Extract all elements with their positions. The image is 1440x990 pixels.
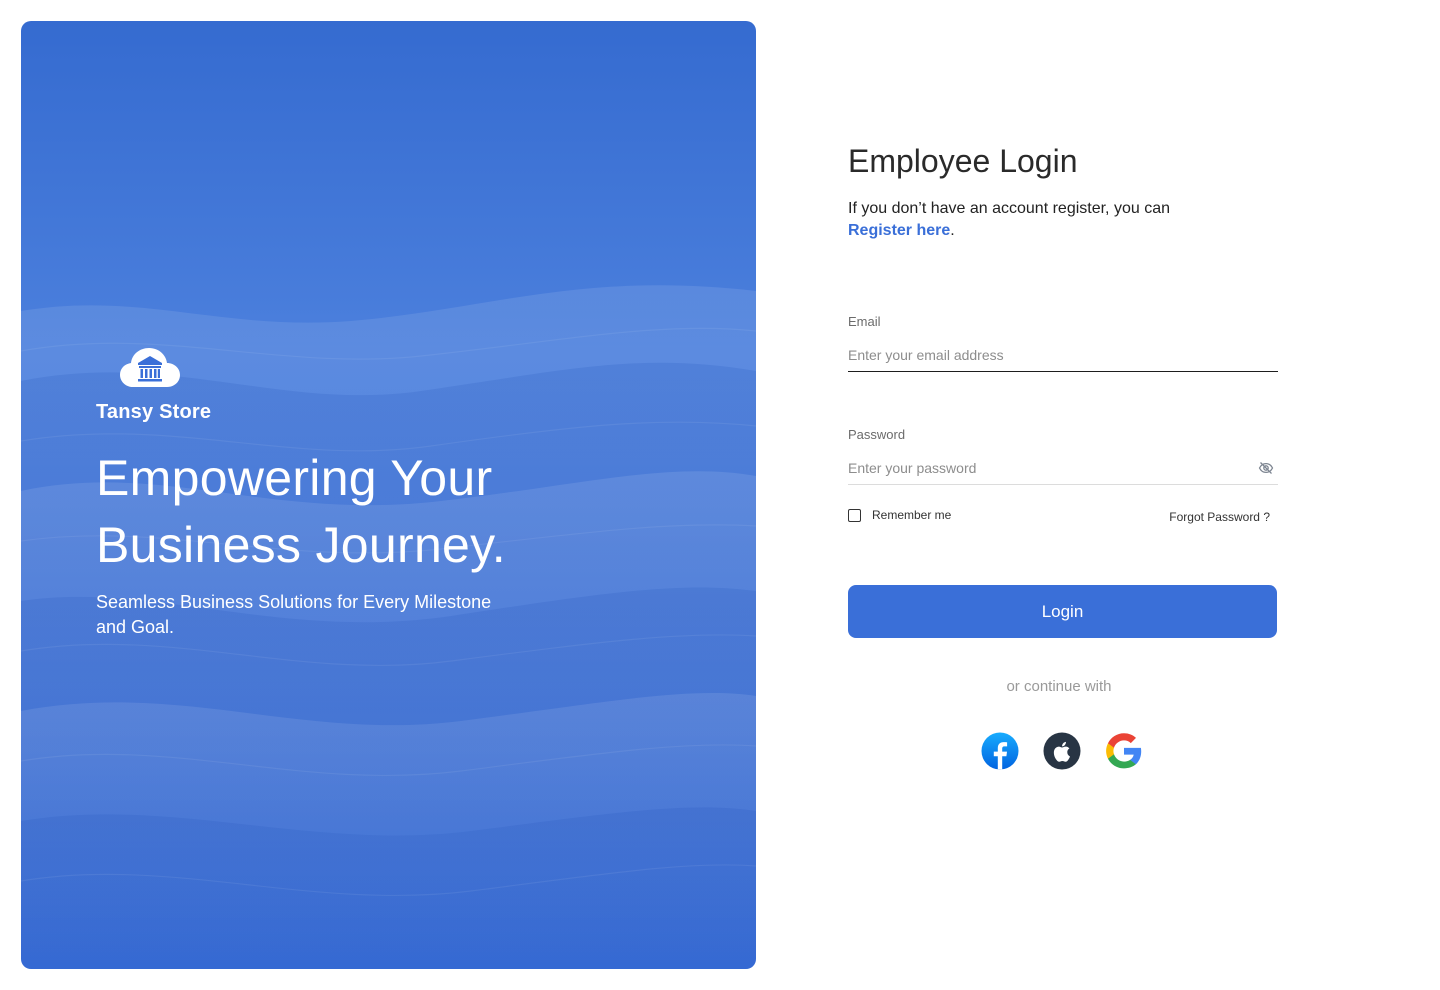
apple-icon: [1043, 732, 1081, 770]
login-button[interactable]: Login: [848, 585, 1277, 638]
brand-name: Tansy Store: [96, 401, 212, 423]
login-title: Employee Login: [848, 143, 1078, 179]
hero-title: Empowering Your Business Journey.: [96, 445, 656, 579]
facebook-login-button[interactable]: [981, 732, 1019, 770]
social-login-row: [981, 732, 1143, 770]
login-form: Employee Login If you don’t have an acco…: [848, 140, 1278, 770]
login-options: Remember me Forgot Password ?: [848, 508, 1278, 528]
register-suffix: .: [950, 222, 955, 239]
password-label: Password: [848, 427, 906, 442]
google-icon: [1106, 733, 1142, 769]
email-field-group: Email: [848, 313, 1278, 372]
register-prompt-text: If you don’t have an account register, y…: [848, 200, 1170, 217]
apple-login-button[interactable]: [1043, 732, 1081, 770]
facebook-icon: [981, 732, 1019, 770]
hero-panel: Tansy Store Empowering Your Business Jou…: [21, 21, 756, 969]
remember-me[interactable]: Remember me: [848, 508, 951, 522]
register-link[interactable]: Register here: [848, 222, 950, 239]
hero-title-line-2: Business Journey.: [96, 517, 506, 573]
remember-label: Remember me: [872, 508, 952, 522]
email-field[interactable]: [848, 338, 1278, 372]
register-prompt: If you don’t have an account register, y…: [848, 198, 1278, 242]
bank-cloud-icon: [120, 348, 180, 387]
email-label: Email: [848, 314, 881, 329]
forgot-password-link[interactable]: Forgot Password ?: [1169, 510, 1270, 524]
google-login-button[interactable]: [1105, 732, 1143, 770]
hero-title-line-1: Empowering Your: [96, 450, 493, 506]
password-field[interactable]: [848, 451, 1278, 485]
login-page: Tansy Store Empowering Your Business Jou…: [0, 0, 1440, 990]
password-field-group: Password: [848, 426, 1278, 485]
remember-checkbox[interactable]: [848, 508, 861, 522]
hero-subtitle: Seamless Business Solutions for Every Mi…: [96, 592, 492, 637]
eye-off-icon[interactable]: [1258, 460, 1274, 476]
continue-with-label: or continue with: [1006, 678, 1112, 695]
